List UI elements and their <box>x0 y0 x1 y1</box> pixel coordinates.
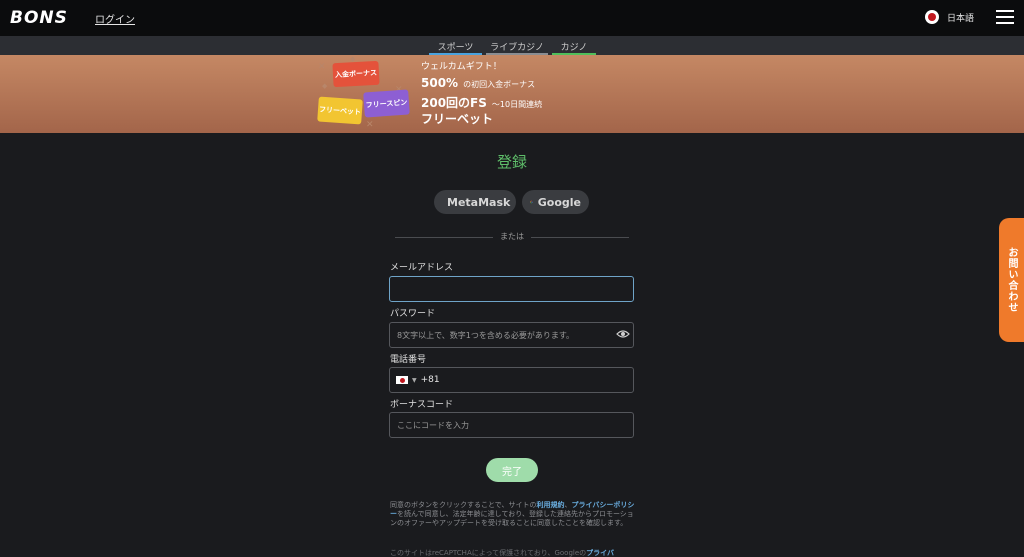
banner-welcome-text: ウェルカムギフト！ <box>421 62 502 72</box>
metamask-label: MetaMask <box>447 195 511 209</box>
banner-bonus-percent: 500% <box>421 76 459 90</box>
top-header: BONS ログイン 日本語 <box>0 0 1024 36</box>
country-dropdown-chevron-icon[interactable]: ▼ <box>412 377 417 384</box>
product-nav: スポーツ ライブカジノ カジノ <box>0 36 1024 55</box>
banner-fs-count: 200回のFS <box>421 96 487 110</box>
tab-casino-label: カジノ <box>560 43 588 53</box>
contact-us-tab[interactable]: お問い合わせ <box>999 218 1024 342</box>
google-button[interactable]: Google <box>522 190 589 214</box>
login-link[interactable]: ログイン <box>95 11 135 26</box>
show-password-eye-icon[interactable] <box>616 329 630 339</box>
tab-casino[interactable]: カジノ <box>552 40 596 55</box>
language-selector[interactable]: 日本語 <box>925 10 974 24</box>
free-bet-ticket: フリーベット <box>317 96 363 125</box>
divider-right <box>531 237 629 238</box>
legal-consent-text: 同意のボタンをクリックすることで、サイトの利用規約、プライバシーポリシーを読んで… <box>390 501 635 528</box>
phone-label: 電話番号 <box>390 355 427 365</box>
banner-free-bet: フリーベット <box>421 112 494 126</box>
deposit-bonus-ticket: 入金ボーナス <box>332 60 380 88</box>
terms-link[interactable]: 利用規約 <box>537 501 565 509</box>
phone-country-code: +81 <box>420 375 440 385</box>
google-g-icon <box>530 200 533 204</box>
banner-bonus-desc: の初回入金ボーナス <box>463 80 536 89</box>
free-spin-ticket: フリースピン <box>363 89 410 118</box>
country-flag-japan-icon[interactable] <box>396 376 408 384</box>
google-privacy-link[interactable]: プライバ <box>586 549 614 557</box>
recaptcha-text: このサイトはreCAPTCHAによって保護されており、Googleの <box>390 549 587 557</box>
recaptcha-notice: このサイトはreCAPTCHAによって保護されており、Googleのプライバ <box>390 549 635 557</box>
bonus-code-field[interactable] <box>389 412 634 438</box>
tab-live-casino[interactable]: ライブカジノ <box>486 40 548 55</box>
register-title: 登録 <box>496 153 527 171</box>
decor-diamond-icon: ◆ <box>322 82 328 90</box>
password-field[interactable] <box>389 322 634 348</box>
tab-sports-label: スポーツ <box>437 43 474 53</box>
decor-x-icon: ✕ <box>366 120 374 130</box>
email-label: メールアドレス <box>390 263 454 273</box>
banner-fs-line: 200回のFS 〜10日間連続 <box>421 92 542 111</box>
language-label: 日本語 <box>947 13 975 24</box>
submit-button[interactable]: 完了 <box>486 458 538 482</box>
contact-us-label: お問い合わせ <box>1006 247 1017 313</box>
bonus-code-label: ボーナスコード <box>390 400 454 410</box>
or-text: または <box>500 232 524 241</box>
google-label: Google <box>537 195 581 209</box>
tab-sports[interactable]: スポーツ <box>429 40 482 55</box>
tab-live-casino-label: ライブカジノ <box>490 43 544 53</box>
banner-deposit-line: 500% の初回入金ボーナス <box>421 72 535 91</box>
metamask-button[interactable]: MetaMask <box>434 190 516 214</box>
legal-text-after: を読んで同意し、法定年齢に達しており、登録した連絡先からプロモーションのオファー… <box>390 510 634 527</box>
legal-text-before: 同意のボタンをクリックすることで、サイトの <box>390 501 537 509</box>
decor-x-icon: ✕ <box>318 62 326 72</box>
banner-fs-desc: 〜10日間連続 <box>491 100 543 109</box>
hamburger-menu-icon[interactable] <box>996 10 1014 24</box>
email-field[interactable] <box>389 276 634 302</box>
bons-logo[interactable]: BONS <box>10 8 68 28</box>
phone-number-input[interactable] <box>443 369 633 391</box>
phone-field: ▼ +81 <box>389 367 634 393</box>
legal-separator: 、 <box>564 501 572 509</box>
japan-flag-icon <box>925 10 939 24</box>
password-label: パスワード <box>390 309 436 319</box>
